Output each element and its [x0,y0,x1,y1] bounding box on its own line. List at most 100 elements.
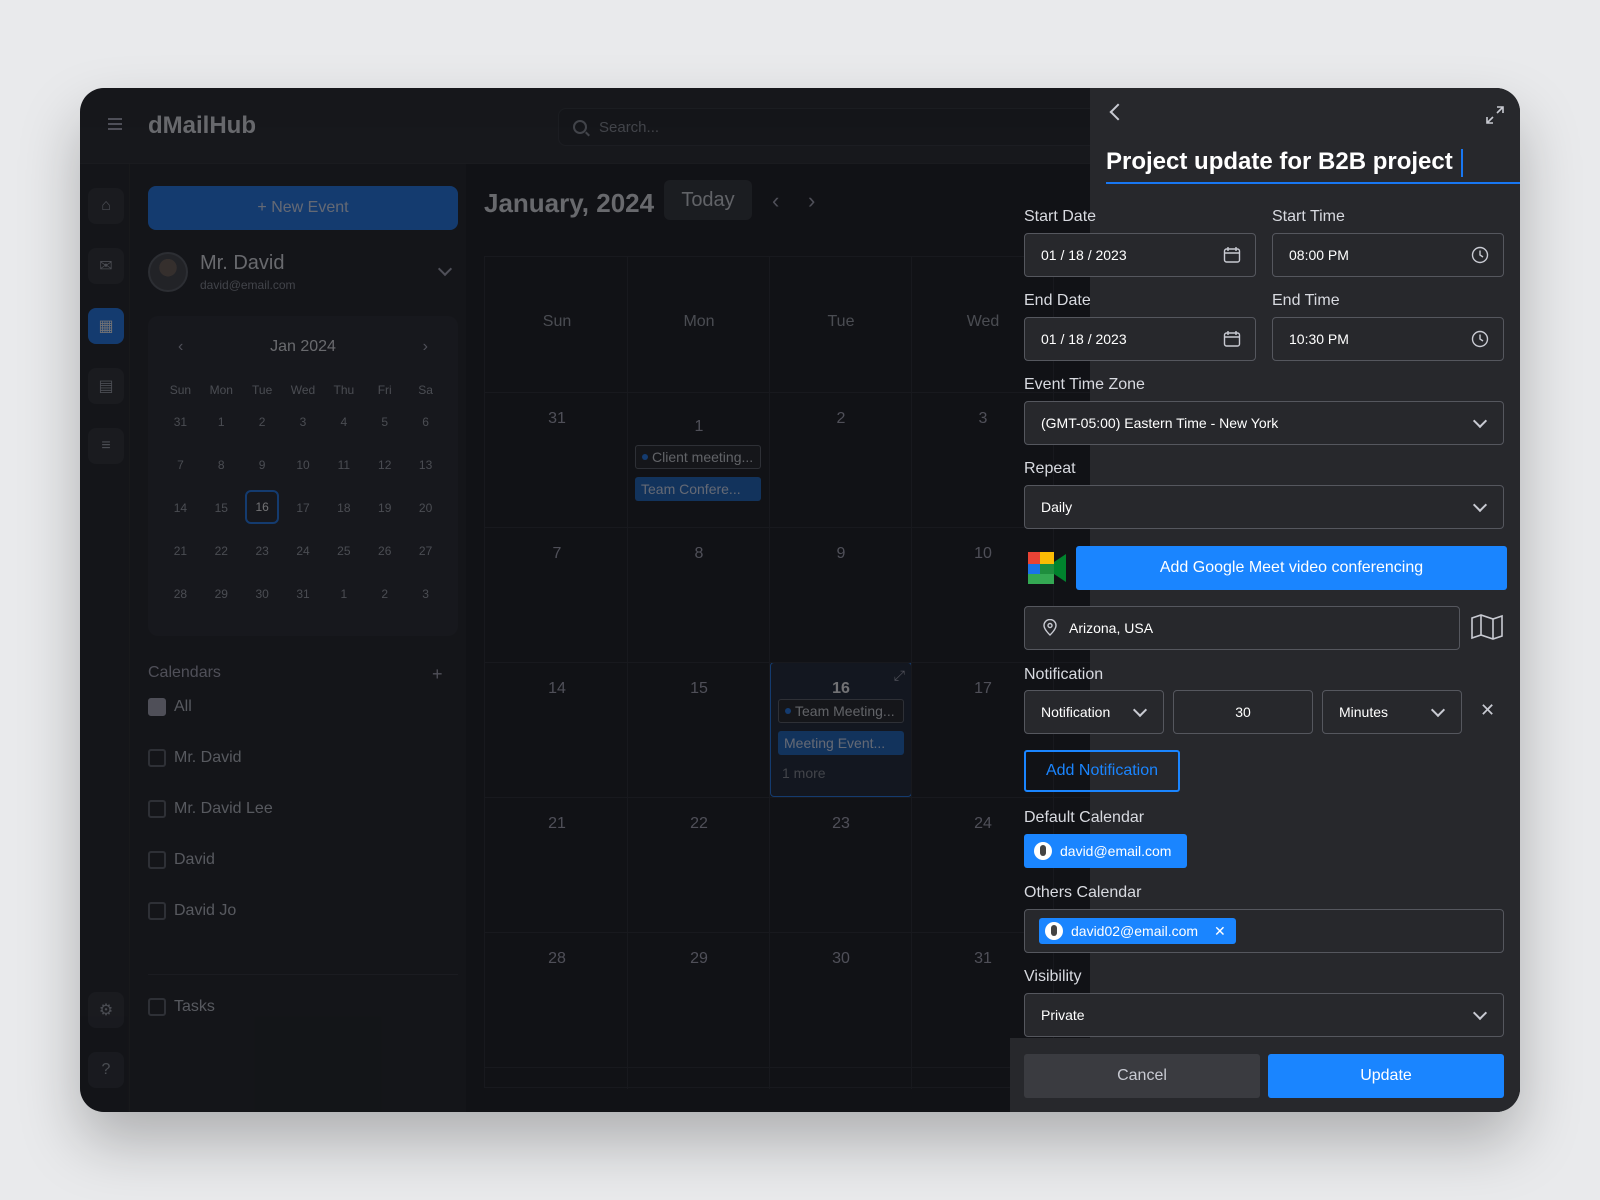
start-time-field[interactable]: 08:00 PM [1272,233,1504,277]
calendar-toggle[interactable]: David Jo [148,902,236,920]
mini-calendar-day[interactable]: 30 [242,572,283,615]
prev-month-icon[interactable]: ‹ [772,188,779,214]
menu-icon[interactable] [108,118,122,130]
month-day-number[interactable]: 9 [769,545,913,563]
add-calendar-icon[interactable]: + [432,664,443,685]
mini-calendar-day[interactable]: 22 [201,529,242,572]
month-day-number[interactable]: 22 [627,815,771,833]
mini-calendar-day[interactable]: 21 [160,529,201,572]
month-day-number[interactable]: 2 [769,410,913,428]
mini-calendar-day[interactable]: 6 [405,400,446,443]
mini-calendar-day[interactable]: 24 [283,529,324,572]
mini-calendar-day[interactable]: 1 [201,400,242,443]
more-events-link[interactable]: 1 more [782,765,826,781]
calendar-toggle[interactable]: Mr. David [148,749,242,767]
gear-icon[interactable]: ⚙ [88,992,124,1028]
notes-icon[interactable]: ≡ [88,428,124,464]
mini-calendar-day[interactable]: 3 [405,572,446,615]
month-day-number[interactable]: 29 [627,950,771,968]
mini-calendar-day[interactable]: 25 [323,529,364,572]
mini-calendar-day[interactable]: 9 [242,443,283,486]
calendar-toggle[interactable]: All [148,698,192,716]
end-time-field[interactable]: 10:30 PM [1272,317,1504,361]
timezone-select[interactable]: (GMT-05:00) Eastern Time - New York [1024,401,1504,445]
mini-calendar-day[interactable]: 26 [364,529,405,572]
mini-calendar-day[interactable]: 3 [283,400,324,443]
mini-calendar-day[interactable]: 23 [242,529,283,572]
calendar-checkbox[interactable] [148,800,166,818]
expand-icon[interactable] [1486,106,1504,124]
event-title-input[interactable]: Project update for B2B project [1106,144,1520,184]
mini-calendar-day[interactable]: 2 [242,400,283,443]
mini-calendar-day[interactable]: 8 [201,443,242,486]
tasks-checkbox[interactable] [148,998,166,1016]
others-calendar-chip[interactable]: david02@email.com ✕ [1039,918,1236,944]
mini-calendar-day[interactable]: 12 [364,443,405,486]
calendar-toggle[interactable]: Mr. David Lee [148,800,273,818]
mini-calendar-day[interactable]: 18 [323,486,364,529]
remove-notification-icon[interactable]: ✕ [1480,700,1495,721]
mini-calendar-day[interactable]: 11 [323,443,364,486]
month-day-number[interactable]: 1 [627,418,771,436]
mini-calendar-day[interactable]: 2 [364,572,405,615]
notification-amount-input[interactable]: 30 [1173,690,1313,734]
add-notification-button[interactable]: Add Notification [1024,750,1180,792]
mini-calendar-day[interactable]: 27 [405,529,446,572]
back-icon[interactable] [1109,103,1127,121]
next-month-icon[interactable]: › [808,188,815,214]
new-event-button[interactable]: + New Event [148,186,458,230]
repeat-select[interactable]: Daily [1024,485,1504,529]
user-switcher[interactable]: Mr. David david@email.com [148,250,458,294]
end-date-field[interactable]: 01 / 18 / 2023 [1024,317,1256,361]
mini-calendar-day[interactable]: 20 [405,486,446,529]
event-meeting-event[interactable]: Meeting Event... [778,731,904,755]
month-day-number[interactable]: 8 [627,545,771,563]
mini-calendar-day[interactable]: 1 [323,572,364,615]
clock-icon[interactable] [1471,330,1489,348]
update-button[interactable]: Update [1268,1054,1504,1098]
mini-calendar-day[interactable]: 16 [245,490,280,524]
month-day-number[interactable]: 16 [769,680,913,698]
month-day-number[interactable]: 31 [485,410,629,428]
month-day-number[interactable]: 21 [485,815,629,833]
today-button[interactable]: Today [664,180,752,220]
home-icon[interactable]: ⌂ [88,188,124,224]
clipboard-icon[interactable]: ▤ [88,368,124,404]
event-team-meeting[interactable]: Team Meeting... [778,699,904,723]
calendar-checkbox[interactable] [148,902,166,920]
mini-calendar-day[interactable]: 4 [323,400,364,443]
month-day-number[interactable]: 14 [485,680,629,698]
clock-icon[interactable] [1471,246,1489,264]
month-day-number[interactable]: 30 [769,950,913,968]
event-client-meeting[interactable]: Client meeting... [635,445,761,469]
month-day-number[interactable]: 15 [627,680,771,698]
cancel-button[interactable]: Cancel [1024,1054,1260,1098]
mini-calendar-day[interactable]: 28 [160,572,201,615]
mini-calendar-day[interactable]: 7 [160,443,201,486]
month-day-number[interactable]: 28 [485,950,629,968]
start-date-field[interactable]: 01 / 18 / 2023 [1024,233,1256,277]
others-calendar-input[interactable]: david02@email.com ✕ [1024,909,1504,953]
map-icon[interactable] [1470,613,1504,641]
calendar-toggle[interactable]: David [148,851,215,869]
chevron-right-icon[interactable]: › [423,338,428,356]
mail-icon[interactable]: ✉ [88,248,124,284]
default-calendar-chip[interactable]: david@email.com [1024,834,1188,868]
mini-calendar-day[interactable]: 15 [201,486,242,529]
calendar-icon[interactable]: ▦ [88,308,124,344]
mini-calendar-day[interactable]: 14 [160,486,201,529]
search-input[interactable]: Search... [558,108,1118,146]
remove-chip-icon[interactable]: ✕ [1214,923,1226,940]
tasks-toggle[interactable]: Tasks [148,998,215,1016]
help-icon[interactable]: ? [88,1052,124,1088]
event-team-conference[interactable]: Team Confere... [635,477,761,501]
calendar-icon[interactable] [1223,246,1241,264]
add-google-meet-button[interactable]: Add Google Meet video conferencing [1076,546,1507,590]
mini-calendar-day[interactable]: 13 [405,443,446,486]
mini-calendar-day[interactable]: 31 [160,400,201,443]
calendar-checkbox[interactable] [148,749,166,767]
calendar-checkbox[interactable] [148,851,166,869]
mini-calendar-day[interactable]: 10 [283,443,324,486]
mini-calendar-day[interactable]: 19 [364,486,405,529]
location-input[interactable]: Arizona, USA [1024,606,1460,650]
